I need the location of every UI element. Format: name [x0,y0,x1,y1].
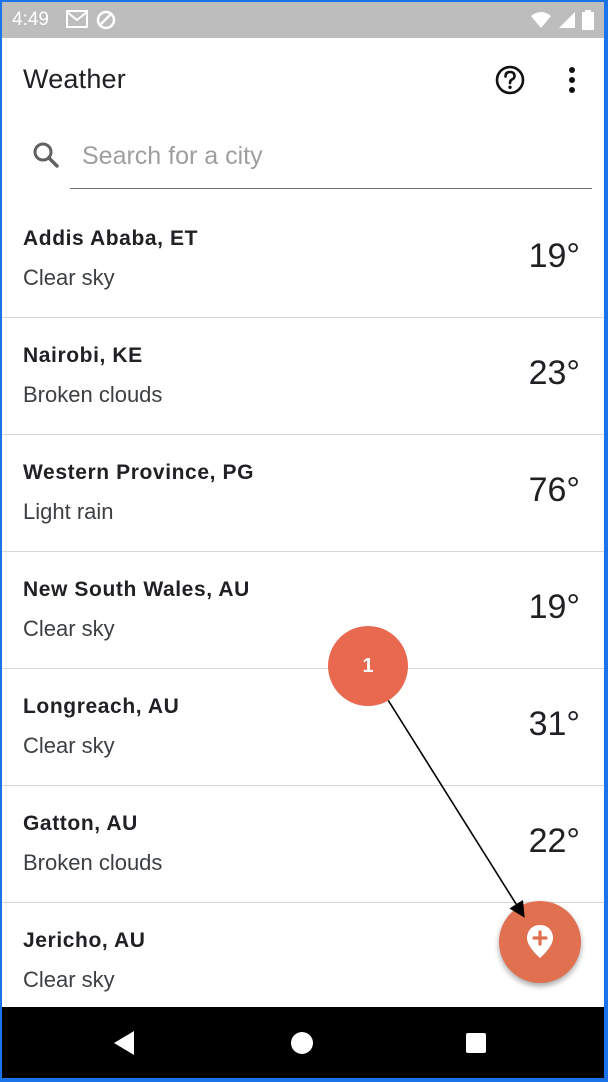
list-item[interactable]: Western Province, PG Light rain 76° [2,435,604,552]
sync-icon [96,10,116,35]
wifi-icon [530,11,552,34]
list-item[interactable]: Addis Ababa, ET Clear sky 19° [2,201,604,318]
list-item[interactable]: Nairobi, KE Broken clouds 23° [2,318,604,435]
app-bar: Weather [2,38,604,122]
city-name: Western Province, PG [23,461,255,484]
search-underline [70,188,592,189]
help-icon [495,65,525,95]
city-name: Nairobi, KE [23,344,143,367]
weather-description: Broken clouds [23,382,163,407]
battery-icon [582,10,594,35]
list-item[interactable]: Longreach, AU Clear sky 31° [2,669,604,786]
temperature: 23° [528,354,580,392]
temperature: 19° [528,588,580,626]
search-bar [2,122,604,194]
annotation-label: 1 [362,655,374,677]
weather-description: Broken clouds [23,850,163,875]
home-icon[interactable] [290,1031,314,1060]
status-bar: 4:49 [2,2,604,38]
list-item[interactable]: New South Wales, AU Clear sky 19° [2,552,604,669]
add-location-icon [527,925,553,958]
status-time: 4:49 [12,9,49,30]
temperature: 76° [528,471,580,509]
more-vert-icon [569,67,575,93]
more-options-button[interactable] [554,62,590,98]
weather-description: Clear sky [23,265,115,290]
search-icon [30,140,62,172]
city-name: Gatton, AU [23,812,138,835]
search-input[interactable] [80,136,592,176]
signal-icon [558,11,576,34]
temperature: 22° [528,822,580,860]
recents-icon[interactable] [465,1032,487,1059]
gmail-icon [66,10,88,35]
city-name: New South Wales, AU [23,578,250,601]
list-item[interactable]: Gatton, AU Broken clouds 22° [2,786,604,903]
weather-description: Clear sky [23,616,115,641]
add-location-button[interactable] [499,901,581,983]
city-name: Longreach, AU [23,695,180,718]
city-name: Addis Ababa, ET [23,227,199,250]
app-screen: 4:49 Weather Search for a city Addis Aba… [2,2,604,1078]
temperature: 31° [528,705,580,743]
help-button[interactable] [492,62,528,98]
page-title: Weather [23,64,126,94]
weather-description: Clear sky [23,733,115,758]
annotation-marker: 1 [328,626,408,706]
navigation-bar [2,1007,604,1078]
weather-description: Clear sky [23,967,115,992]
city-list: Addis Ababa, ET Clear sky 19° Nairobi, K… [2,201,604,1019]
back-icon[interactable] [112,1030,136,1061]
temperature: 19° [528,237,580,275]
weather-description: Light rain [23,499,114,524]
city-name: Jericho, AU [23,929,146,952]
